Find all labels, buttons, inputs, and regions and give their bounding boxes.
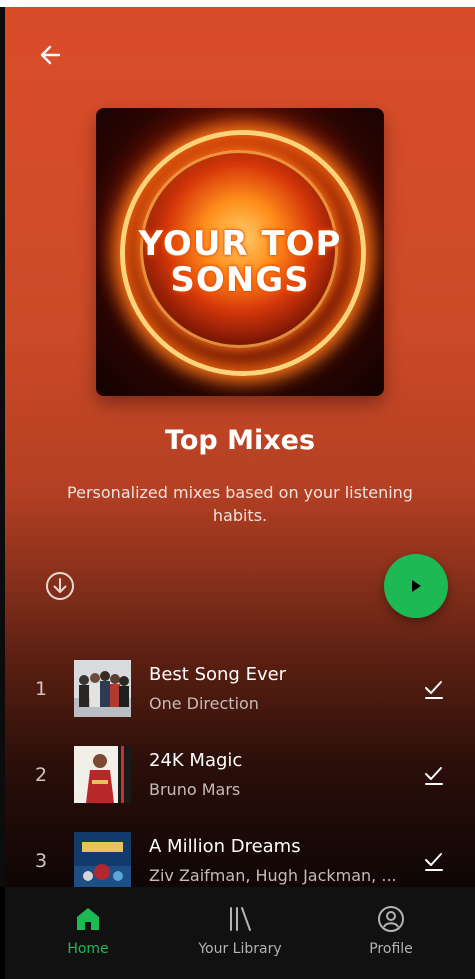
top-edge <box>0 0 475 7</box>
saved-check-button[interactable] <box>423 852 445 872</box>
cover-text-line2: SONGS <box>170 260 310 300</box>
nav-home[interactable]: Home <box>33 905 143 957</box>
check-icon <box>425 853 443 871</box>
nav-home-label: Home <box>67 941 109 957</box>
track-artwork <box>74 746 131 803</box>
nav-library-label: Your Library <box>198 941 282 957</box>
download-button[interactable] <box>45 571 75 601</box>
track-artist: Ziv Zaifman, Hugh Jackman, ... <box>149 866 397 885</box>
play-button[interactable] <box>384 554 448 618</box>
track-number: 2 <box>35 764 48 786</box>
check-icon <box>425 681 443 699</box>
track-artwork <box>74 832 131 887</box>
nav-profile[interactable]: Profile <box>336 905 446 957</box>
track-title: 24K Magic <box>149 750 243 771</box>
saved-check-button[interactable] <box>423 680 445 700</box>
download-icon <box>46 572 74 600</box>
back-button[interactable] <box>37 41 65 69</box>
check-icon <box>425 767 443 785</box>
playlist-cover: YOUR TOP SONGS <box>96 108 384 396</box>
cover-text-line1: YOUR TOP <box>138 224 342 264</box>
home-icon <box>77 908 99 930</box>
playlist-title: Top Mixes <box>164 425 316 456</box>
track-artist: Bruno Mars <box>149 780 241 799</box>
track-row[interactable]: 3 A Million Dreams Ziv Zaifman, Hugh Jac… <box>5 832 475 887</box>
saved-check-button[interactable] <box>423 766 445 786</box>
track-number: 3 <box>35 850 48 872</box>
play-icon <box>412 580 421 592</box>
track-artist: One Direction <box>149 694 259 713</box>
nav-profile-label: Profile <box>369 941 413 957</box>
cover-text: YOUR TOP SONGS <box>96 226 384 298</box>
track-row[interactable]: 1 Best Song Ever One Direction <box>5 660 475 720</box>
track-title: A Million Dreams <box>149 836 301 857</box>
playlist-description: Personalized mixes based on your listeni… <box>67 483 413 525</box>
profile-icon <box>378 906 404 932</box>
bottom-nav: Home Your Library Profile <box>5 887 475 979</box>
nav-library[interactable]: Your Library <box>185 905 295 957</box>
back-arrow-icon <box>40 45 61 65</box>
track-number: 1 <box>35 678 48 700</box>
playlist-screen: YOUR TOP SONGS Top Mixes Personalized mi… <box>5 7 475 887</box>
track-artwork <box>74 660 131 717</box>
track-title: Best Song Ever <box>149 664 287 685</box>
library-icon <box>230 907 251 931</box>
track-row[interactable]: 2 24K Magic Bruno Mars <box>5 746 475 806</box>
